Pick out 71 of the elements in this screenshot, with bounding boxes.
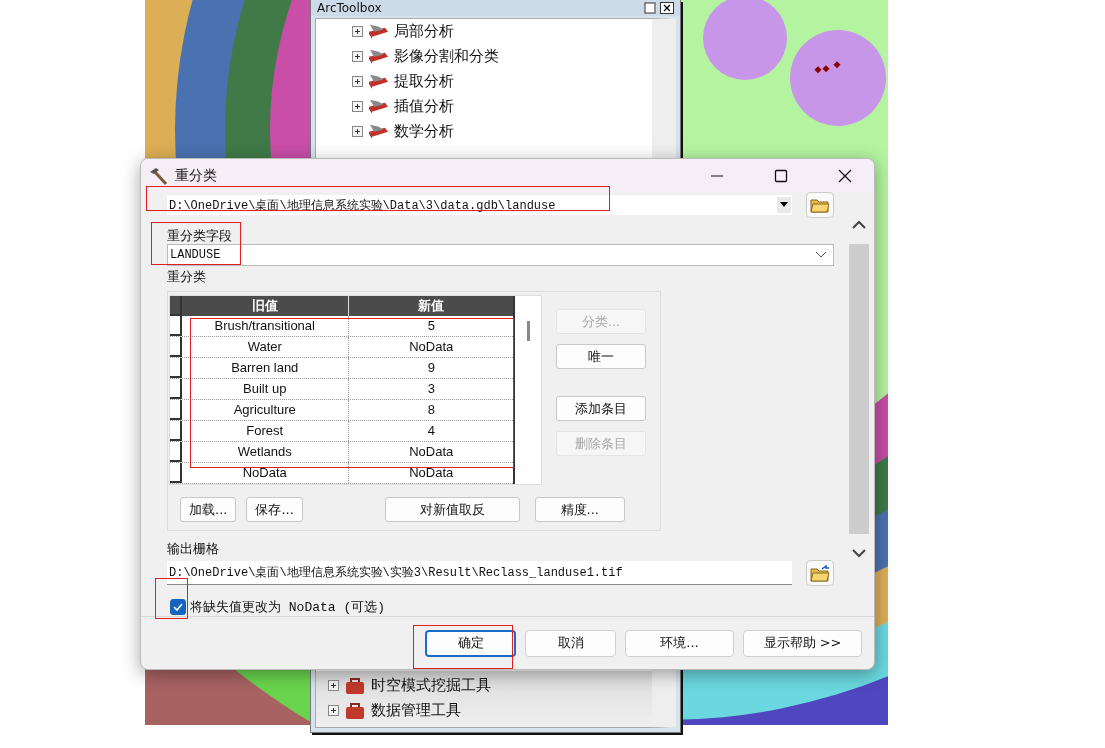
- expand-icon[interactable]: [352, 51, 363, 62]
- toolbox-icon: [345, 676, 365, 695]
- action-button[interactable]: 对新值取反: [384, 497, 520, 522]
- row-header[interactable]: [170, 379, 182, 399]
- toolbox-label[interactable]: 数据管理工具: [371, 701, 461, 720]
- expand-icon[interactable]: [328, 680, 339, 691]
- toolbox-icon: [345, 701, 365, 720]
- toolset-icon: [369, 124, 388, 139]
- action-button[interactable]: 精度...: [534, 497, 625, 522]
- table-cell: Wetlands: [182, 442, 349, 462]
- highlight-rectangle: [155, 578, 188, 619]
- expand-icon[interactable]: [352, 101, 363, 112]
- table-cell: Forest: [182, 421, 349, 441]
- toolset-label[interactable]: 数学分析: [394, 122, 454, 141]
- toolset-label[interactable]: 影像分割和分类: [394, 47, 499, 66]
- expand-icon[interactable]: [328, 705, 339, 716]
- window-title: ArcToolbox: [317, 1, 382, 15]
- row-header[interactable]: [170, 337, 182, 357]
- dialog-button[interactable]: 取消: [525, 629, 616, 657]
- scrollbar-thumb[interactable]: [849, 244, 869, 534]
- table-cell: Brush/transitional: [182, 316, 349, 336]
- field-label: 重分类字段: [167, 228, 233, 244]
- action-button[interactable]: 保存...: [246, 497, 303, 522]
- window-title: 重分类: [175, 166, 217, 185]
- row-header[interactable]: [170, 316, 182, 336]
- row-header[interactable]: [170, 358, 182, 378]
- toolset-label[interactable]: 提取分析: [394, 72, 454, 91]
- browse-button[interactable]: [806, 560, 834, 586]
- table-cell: Barren land: [182, 358, 349, 378]
- dialog-button[interactable]: 显示帮助 >>: [743, 629, 862, 657]
- scrollbar-thumb[interactable]: [527, 321, 530, 341]
- table-cell: Built up: [182, 379, 349, 399]
- folder-icon: [810, 564, 830, 582]
- output-label: 输出栅格: [167, 541, 220, 557]
- table-cell: Agriculture: [182, 400, 349, 420]
- close-icon[interactable]: [660, 2, 674, 14]
- row-header[interactable]: [170, 442, 182, 462]
- folder-icon: [810, 197, 830, 213]
- scroll-down-icon[interactable]: [851, 548, 867, 558]
- checkbox[interactable]: [170, 599, 186, 615]
- toolset-icon: [369, 74, 388, 89]
- checkbox-label: 将缺失值更改为 NoData (可选): [190, 599, 385, 616]
- column-header: 旧值: [182, 296, 349, 316]
- toolset-icon: [369, 99, 388, 114]
- browse-button[interactable]: [806, 192, 834, 218]
- action-button[interactable]: 唯一: [556, 344, 646, 369]
- toolset-label[interactable]: 局部分析: [394, 22, 454, 41]
- action-button[interactable]: 添加条目: [556, 396, 646, 421]
- toolset-label[interactable]: 插值分析: [394, 97, 454, 116]
- row-header[interactable]: [170, 463, 182, 483]
- close-icon[interactable]: [838, 168, 852, 183]
- action-button[interactable]: 加载...: [180, 497, 237, 522]
- toolset-icon: [369, 24, 388, 39]
- scroll-up-icon[interactable]: [851, 220, 867, 230]
- expand-icon[interactable]: [352, 126, 363, 137]
- expand-icon[interactable]: [352, 76, 363, 87]
- maximize-icon[interactable]: [774, 168, 788, 183]
- row-header[interactable]: [170, 421, 182, 441]
- dialog-button[interactable]: 环境...: [625, 629, 734, 657]
- row-header[interactable]: [170, 400, 182, 420]
- table-cell: Water: [182, 337, 349, 357]
- point-marker: [833, 61, 841, 69]
- reclass-label: 重分类: [167, 269, 207, 285]
- input-raster-field[interactable]: D:\OneDrive\桌面\地理信息系统实验\Data\3\data.gdb\landuse: [167, 195, 792, 215]
- output-raster-field[interactable]: D:\OneDrive\桌面\地理信息系统实验\实验3\Result\Reclass_landuse1.tif: [167, 561, 792, 585]
- toolset-icon: [369, 49, 388, 64]
- reclass-field-dropdown[interactable]: LANDUSE: [167, 244, 834, 266]
- expand-icon[interactable]: [352, 26, 363, 37]
- chevron-down-icon: [815, 251, 827, 259]
- toolbox-label[interactable]: 时空模式挖掘工具: [371, 676, 491, 695]
- dialog-button[interactable]: 确定: [425, 629, 516, 657]
